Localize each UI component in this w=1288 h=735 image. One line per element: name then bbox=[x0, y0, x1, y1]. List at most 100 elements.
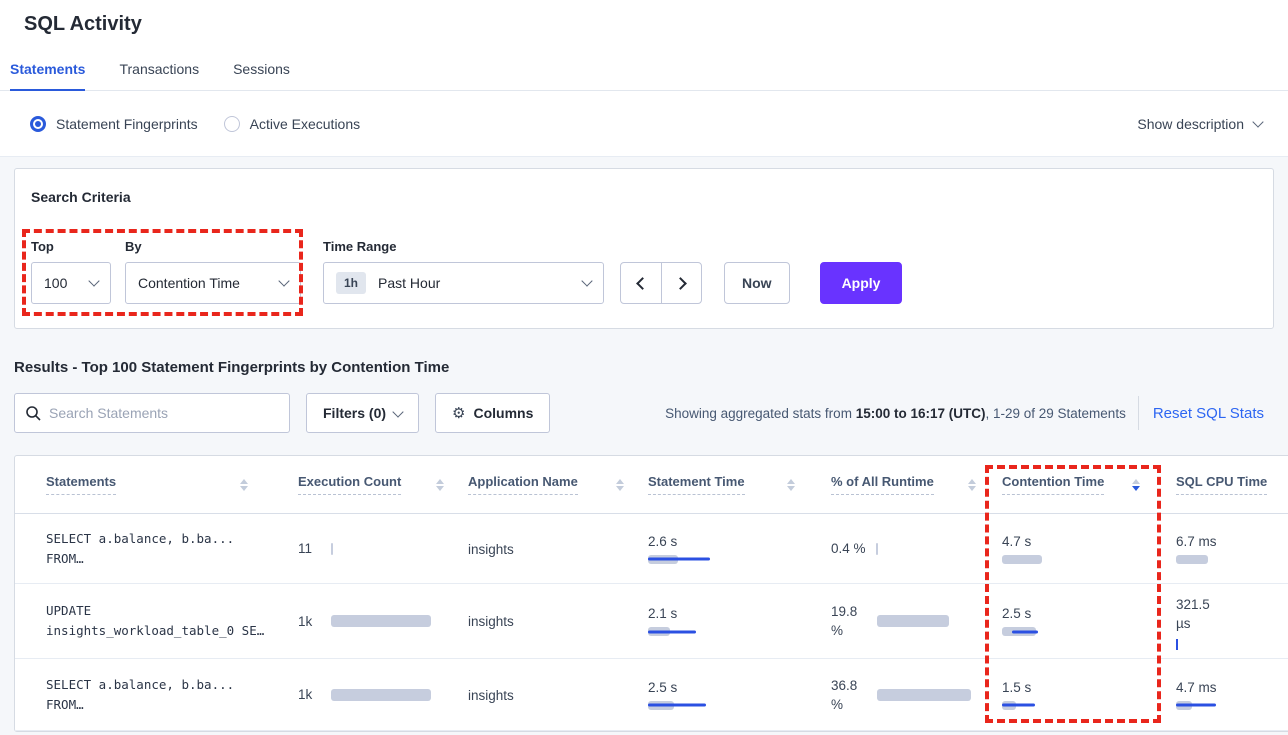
columns-label: Columns bbox=[473, 405, 533, 421]
metric-bar bbox=[876, 543, 878, 555]
metric-bar bbox=[1002, 627, 1038, 636]
sort-icon bbox=[616, 479, 624, 491]
results-heading: Results - Top 100 Statement Fingerprints… bbox=[14, 359, 1274, 376]
filters-button[interactable]: Filters (0) bbox=[306, 393, 419, 433]
by-select-value: Contention Time bbox=[138, 275, 240, 291]
tab-sessions[interactable]: Sessions bbox=[233, 52, 290, 90]
metric-bar bbox=[1176, 639, 1178, 648]
radio-label: Active Executions bbox=[250, 116, 361, 132]
cell-contention-time: 4.7 s bbox=[988, 534, 1162, 564]
search-statements-box bbox=[14, 393, 290, 433]
chevron-down-icon bbox=[1252, 116, 1263, 127]
metric-bar bbox=[331, 615, 431, 627]
time-range-field: Time Range 1h Past Hour bbox=[323, 239, 604, 304]
search-criteria-card: Search Criteria Top 100 By Contention Ti… bbox=[14, 168, 1274, 329]
radio-statement-fingerprints[interactable]: Statement Fingerprints bbox=[30, 116, 198, 132]
cell-execution-count: 11 bbox=[284, 541, 454, 556]
table-row: UPDATEinsights_workload_table_0 SE…1kins… bbox=[15, 584, 1288, 659]
radio-active-executions[interactable]: Active Executions bbox=[224, 116, 361, 132]
chevron-right-icon bbox=[674, 277, 687, 290]
column-header-label: Execution Count bbox=[298, 474, 401, 495]
radio-selected-icon bbox=[30, 116, 46, 132]
tab-statements[interactable]: Statements bbox=[10, 52, 85, 91]
sort-icon bbox=[1132, 479, 1140, 491]
top-select[interactable]: 100 bbox=[31, 262, 111, 304]
show-description-toggle[interactable]: Show description bbox=[1137, 116, 1262, 132]
column-header-contention-time[interactable]: Contention Time bbox=[988, 474, 1162, 495]
metric-bar bbox=[1002, 701, 1035, 710]
column-header-statements[interactable]: Statements bbox=[15, 474, 284, 495]
results-toolbar: Filters (0) ⚙ Columns Showing aggregated… bbox=[14, 393, 1274, 433]
cell-sql-cpu-time: 6.7 ms bbox=[1162, 534, 1288, 564]
columns-button[interactable]: ⚙ Columns bbox=[435, 393, 550, 433]
metric-bar bbox=[1002, 555, 1042, 564]
by-label: By bbox=[125, 239, 301, 254]
chevron-down-icon bbox=[581, 275, 592, 286]
top-section: SQL Activity Statements Transactions Ses… bbox=[0, 0, 1288, 157]
column-header-label: Application Name bbox=[468, 474, 578, 495]
cell-sql-cpu-time: 321.5 µs bbox=[1162, 595, 1288, 648]
column-header-execution-count[interactable]: Execution Count bbox=[284, 474, 454, 495]
next-time-button[interactable] bbox=[661, 263, 701, 303]
cell-statement-fingerprint[interactable]: UPDATEinsights_workload_table_0 SE… bbox=[46, 601, 284, 641]
search-criteria-fields: Top 100 By Contention Time Time Range 1h… bbox=[31, 209, 1257, 304]
sort-icon bbox=[436, 479, 444, 491]
sort-icon bbox=[787, 479, 795, 491]
column-header-application-name[interactable]: Application Name bbox=[454, 474, 634, 495]
cell-statement-fingerprint[interactable]: SELECT a.balance, b.ba...FROM… bbox=[46, 529, 284, 569]
sort-icon bbox=[240, 479, 248, 491]
cell-pct-of-all-runtime: 36.8 % bbox=[817, 676, 988, 714]
by-select[interactable]: Contention Time bbox=[125, 262, 301, 304]
view-toggle-row: Statement Fingerprints Active Executions… bbox=[0, 91, 1288, 157]
metric-bar bbox=[877, 615, 949, 627]
metric-bar bbox=[1176, 555, 1208, 564]
cell-execution-count: 1k bbox=[284, 687, 454, 702]
column-header-sql-cpu-time[interactable]: SQL CPU Time bbox=[1162, 474, 1288, 495]
column-header-of-all-runtime[interactable]: % of All Runtime bbox=[817, 474, 988, 495]
cell-pct-of-all-runtime: 0.4 % bbox=[817, 541, 988, 556]
search-statements-input[interactable] bbox=[49, 405, 279, 421]
time-range-select[interactable]: 1h Past Hour bbox=[323, 262, 604, 304]
metric-bar bbox=[648, 627, 696, 636]
table-row: SELECT a.balance, b.ba...FROM…1kinsights… bbox=[15, 659, 1288, 731]
metric-bar bbox=[331, 543, 333, 555]
cell-pct-of-all-runtime: 19.8 % bbox=[817, 602, 988, 640]
previous-time-button[interactable] bbox=[621, 263, 661, 303]
top-label: Top bbox=[31, 239, 111, 254]
metric-bar bbox=[648, 555, 710, 564]
radio-label: Statement Fingerprints bbox=[56, 116, 198, 132]
top-field: Top 100 bbox=[31, 239, 111, 304]
cell-statement-time: 2.1 s bbox=[634, 606, 817, 636]
column-header-label: SQL CPU Time bbox=[1176, 474, 1267, 495]
tab-bar: Statements Transactions Sessions bbox=[0, 52, 1288, 91]
time-range-step-group bbox=[620, 262, 702, 304]
chevron-down-icon bbox=[392, 406, 403, 417]
filters-label: Filters (0) bbox=[323, 405, 386, 421]
column-header-statement-time[interactable]: Statement Time bbox=[634, 474, 817, 495]
by-field: By Contention Time bbox=[125, 239, 301, 304]
statements-table-card: Statements Execution Count Application Nam… bbox=[14, 455, 1288, 732]
column-header-label: % of All Runtime bbox=[831, 474, 934, 495]
cell-contention-time: 2.5 s bbox=[988, 606, 1162, 636]
cell-sql-cpu-time: 4.7 ms bbox=[1162, 680, 1288, 710]
gear-icon: ⚙ bbox=[452, 404, 465, 422]
time-range-badge: 1h bbox=[336, 272, 366, 294]
metric-bar bbox=[331, 689, 431, 701]
cell-statement-time: 2.6 s bbox=[634, 534, 817, 564]
chevron-down-icon bbox=[88, 275, 99, 286]
reset-sql-stats-link[interactable]: Reset SQL Stats bbox=[1153, 405, 1274, 422]
cell-statement-fingerprint[interactable]: SELECT a.balance, b.ba...FROM… bbox=[46, 675, 284, 715]
statements-table-body: SELECT a.balance, b.ba...FROM…11insights… bbox=[15, 514, 1288, 731]
page-title: SQL Activity bbox=[0, 0, 1288, 36]
tab-transactions[interactable]: Transactions bbox=[119, 52, 199, 90]
vertical-divider bbox=[1138, 396, 1139, 430]
chevron-left-icon bbox=[636, 277, 649, 290]
metric-bar bbox=[877, 689, 971, 701]
time-range-value: Past Hour bbox=[378, 275, 440, 291]
search-icon bbox=[25, 405, 41, 421]
show-description-label: Show description bbox=[1137, 116, 1244, 132]
cell-contention-time: 1.5 s bbox=[988, 680, 1162, 710]
now-button[interactable]: Now bbox=[724, 262, 790, 304]
cell-application-name: insights bbox=[454, 613, 634, 629]
apply-button[interactable]: Apply bbox=[820, 262, 903, 304]
